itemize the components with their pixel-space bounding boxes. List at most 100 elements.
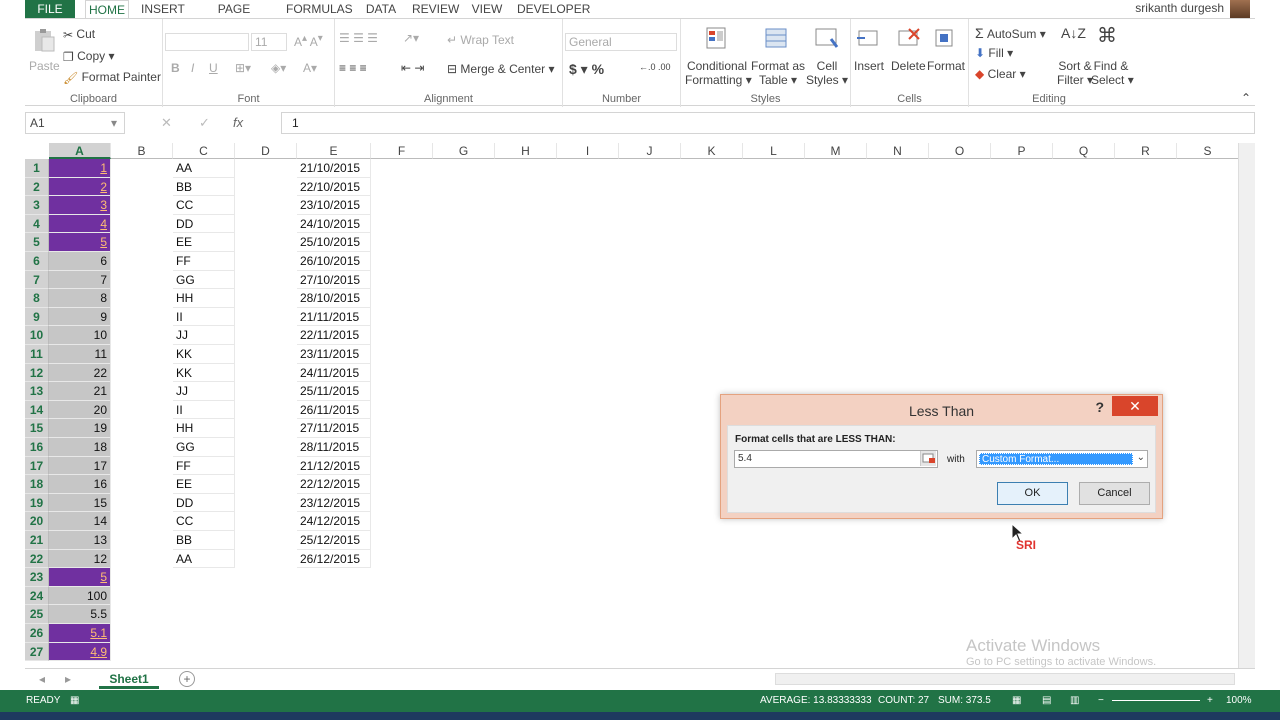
- cell-a8[interactable]: 8: [49, 289, 111, 308]
- cell-a1[interactable]: 1: [49, 159, 111, 178]
- cell-a21[interactable]: 13: [49, 531, 111, 550]
- cell-a5[interactable]: 5: [49, 233, 111, 252]
- column-header-m[interactable]: M: [805, 143, 867, 159]
- tab-data[interactable]: DATA: [365, 0, 397, 18]
- row-header[interactable]: 8: [25, 289, 49, 308]
- cell-c4[interactable]: DD: [173, 214, 235, 234]
- cell-c15[interactable]: HH: [173, 419, 235, 438]
- column-header-c[interactable]: C: [173, 143, 235, 159]
- tab-view[interactable]: VIEW: [471, 0, 503, 18]
- cell-c8[interactable]: HH: [173, 289, 235, 308]
- cell-c3[interactable]: CC: [173, 196, 235, 215]
- cell-a26[interactable]: 5.1: [49, 624, 111, 643]
- row-header[interactable]: 26: [25, 624, 49, 643]
- orientation-icon[interactable]: ↗▾: [403, 31, 419, 45]
- cell-a3[interactable]: 3: [49, 196, 111, 215]
- italic-button[interactable]: I: [191, 61, 194, 75]
- copy-button[interactable]: ❐ Copy ▾: [63, 49, 114, 64]
- cell-a25[interactable]: 5.5: [49, 605, 111, 624]
- tab-formulas[interactable]: FORMULAS: [286, 0, 353, 18]
- cell-e22[interactable]: 26/12/2015: [297, 549, 371, 569]
- row-header[interactable]: 17: [25, 456, 49, 476]
- column-header-n[interactable]: N: [867, 143, 929, 159]
- tab-developer[interactable]: DEVELOPER: [517, 0, 590, 18]
- cell-styles-button[interactable]: Cell Styles ▾: [805, 59, 849, 87]
- column-header-j[interactable]: J: [619, 143, 681, 159]
- cell-e13[interactable]: 25/11/2015: [297, 382, 371, 401]
- format-painter-button[interactable]: 🖌 Format Painter: [63, 70, 161, 85]
- align-top-icon[interactable]: ☰ ☰ ☰: [339, 31, 378, 45]
- row-header[interactable]: 4: [25, 214, 49, 234]
- cell-c21[interactable]: BB: [173, 531, 235, 550]
- font-grow-icon[interactable]: A▴ A▾: [294, 33, 323, 49]
- column-header-a[interactable]: A: [49, 143, 111, 159]
- cell-c2[interactable]: BB: [173, 177, 235, 197]
- cell-c7[interactable]: GG: [173, 270, 235, 290]
- underline-button[interactable]: U: [209, 61, 218, 75]
- cell-a11[interactable]: 11: [49, 345, 111, 364]
- cell-e16[interactable]: 28/11/2015: [297, 438, 371, 457]
- name-box[interactable]: A1: [25, 112, 125, 134]
- collapse-ribbon-icon[interactable]: ⌃: [1241, 91, 1251, 105]
- cell-c11[interactable]: KK: [173, 345, 235, 364]
- cell-e19[interactable]: 23/12/2015: [297, 493, 371, 513]
- column-header-p[interactable]: P: [991, 143, 1053, 159]
- currency-icon[interactable]: $ ▾ %: [569, 61, 604, 78]
- cell-e4[interactable]: 24/10/2015: [297, 214, 371, 234]
- cell-a7[interactable]: 7: [49, 270, 111, 290]
- cell-a22[interactable]: 12: [49, 549, 111, 569]
- normal-view-icon[interactable]: ▦: [1012, 690, 1021, 712]
- row-header[interactable]: 11: [25, 345, 49, 364]
- confirm-entry-icon[interactable]: ✓: [199, 115, 210, 131]
- cell-e20[interactable]: 24/12/2015: [297, 512, 371, 531]
- cell-a15[interactable]: 19: [49, 419, 111, 438]
- cell-e2[interactable]: 22/10/2015: [297, 177, 371, 197]
- tab-insert[interactable]: INSERT: [141, 0, 185, 18]
- vertical-scrollbar[interactable]: [1238, 143, 1255, 668]
- cell-e1[interactable]: 21/10/2015: [297, 159, 371, 178]
- threshold-input[interactable]: 5.4: [734, 450, 938, 468]
- cell-a4[interactable]: 4: [49, 214, 111, 234]
- cell-e8[interactable]: 28/10/2015: [297, 289, 371, 308]
- cancel-entry-icon[interactable]: ✕: [161, 115, 172, 131]
- wrap-text-button[interactable]: ↵ Wrap Text: [447, 33, 514, 47]
- row-header[interactable]: 15: [25, 419, 49, 438]
- format-as-table-button[interactable]: Format as Table ▾: [751, 59, 805, 87]
- merge-center-button[interactable]: ⊟ Merge & Center ▾: [447, 62, 554, 76]
- tab-review[interactable]: REVIEW: [412, 0, 459, 18]
- cell-c20[interactable]: CC: [173, 512, 235, 531]
- column-header-o[interactable]: O: [929, 143, 991, 159]
- indent-icon[interactable]: ⇤ ⇥: [401, 61, 424, 75]
- cell-c18[interactable]: EE: [173, 475, 235, 494]
- delete-button[interactable]: Delete: [891, 59, 926, 73]
- font-name-select[interactable]: [165, 33, 249, 51]
- cell-a16[interactable]: 18: [49, 438, 111, 457]
- row-header[interactable]: 21: [25, 531, 49, 550]
- cell-c12[interactable]: KK: [173, 363, 235, 383]
- cell-e10[interactable]: 22/11/2015: [297, 326, 371, 345]
- cell-a19[interactable]: 15: [49, 493, 111, 513]
- cell-e5[interactable]: 25/10/2015: [297, 233, 371, 252]
- macro-record-icon[interactable]: ▦: [70, 690, 79, 712]
- cell-a18[interactable]: 16: [49, 475, 111, 494]
- name-box-dropdown-icon[interactable]: ▾: [111, 116, 117, 130]
- row-header[interactable]: 18: [25, 475, 49, 494]
- column-header-k[interactable]: K: [681, 143, 743, 159]
- row-header[interactable]: 6: [25, 252, 49, 271]
- cell-e15[interactable]: 27/11/2015: [297, 419, 371, 438]
- row-header[interactable]: 24: [25, 586, 49, 606]
- align-left-icon[interactable]: ≡ ≡ ≡: [339, 61, 367, 75]
- add-sheet-icon[interactable]: +: [179, 671, 195, 687]
- zoom-out-icon[interactable]: −: [1098, 690, 1104, 712]
- cell-c9[interactable]: II: [173, 307, 235, 327]
- column-header-q[interactable]: Q: [1053, 143, 1115, 159]
- cell-c17[interactable]: FF: [173, 456, 235, 476]
- cell-a13[interactable]: 21: [49, 382, 111, 401]
- row-header[interactable]: 20: [25, 512, 49, 531]
- cell-c14[interactable]: II: [173, 400, 235, 420]
- row-header[interactable]: 3: [25, 196, 49, 215]
- cell-a24[interactable]: 100: [49, 586, 111, 606]
- cell-e14[interactable]: 26/11/2015: [297, 400, 371, 420]
- font-color-icon[interactable]: A▾: [303, 61, 317, 75]
- row-header[interactable]: 16: [25, 438, 49, 457]
